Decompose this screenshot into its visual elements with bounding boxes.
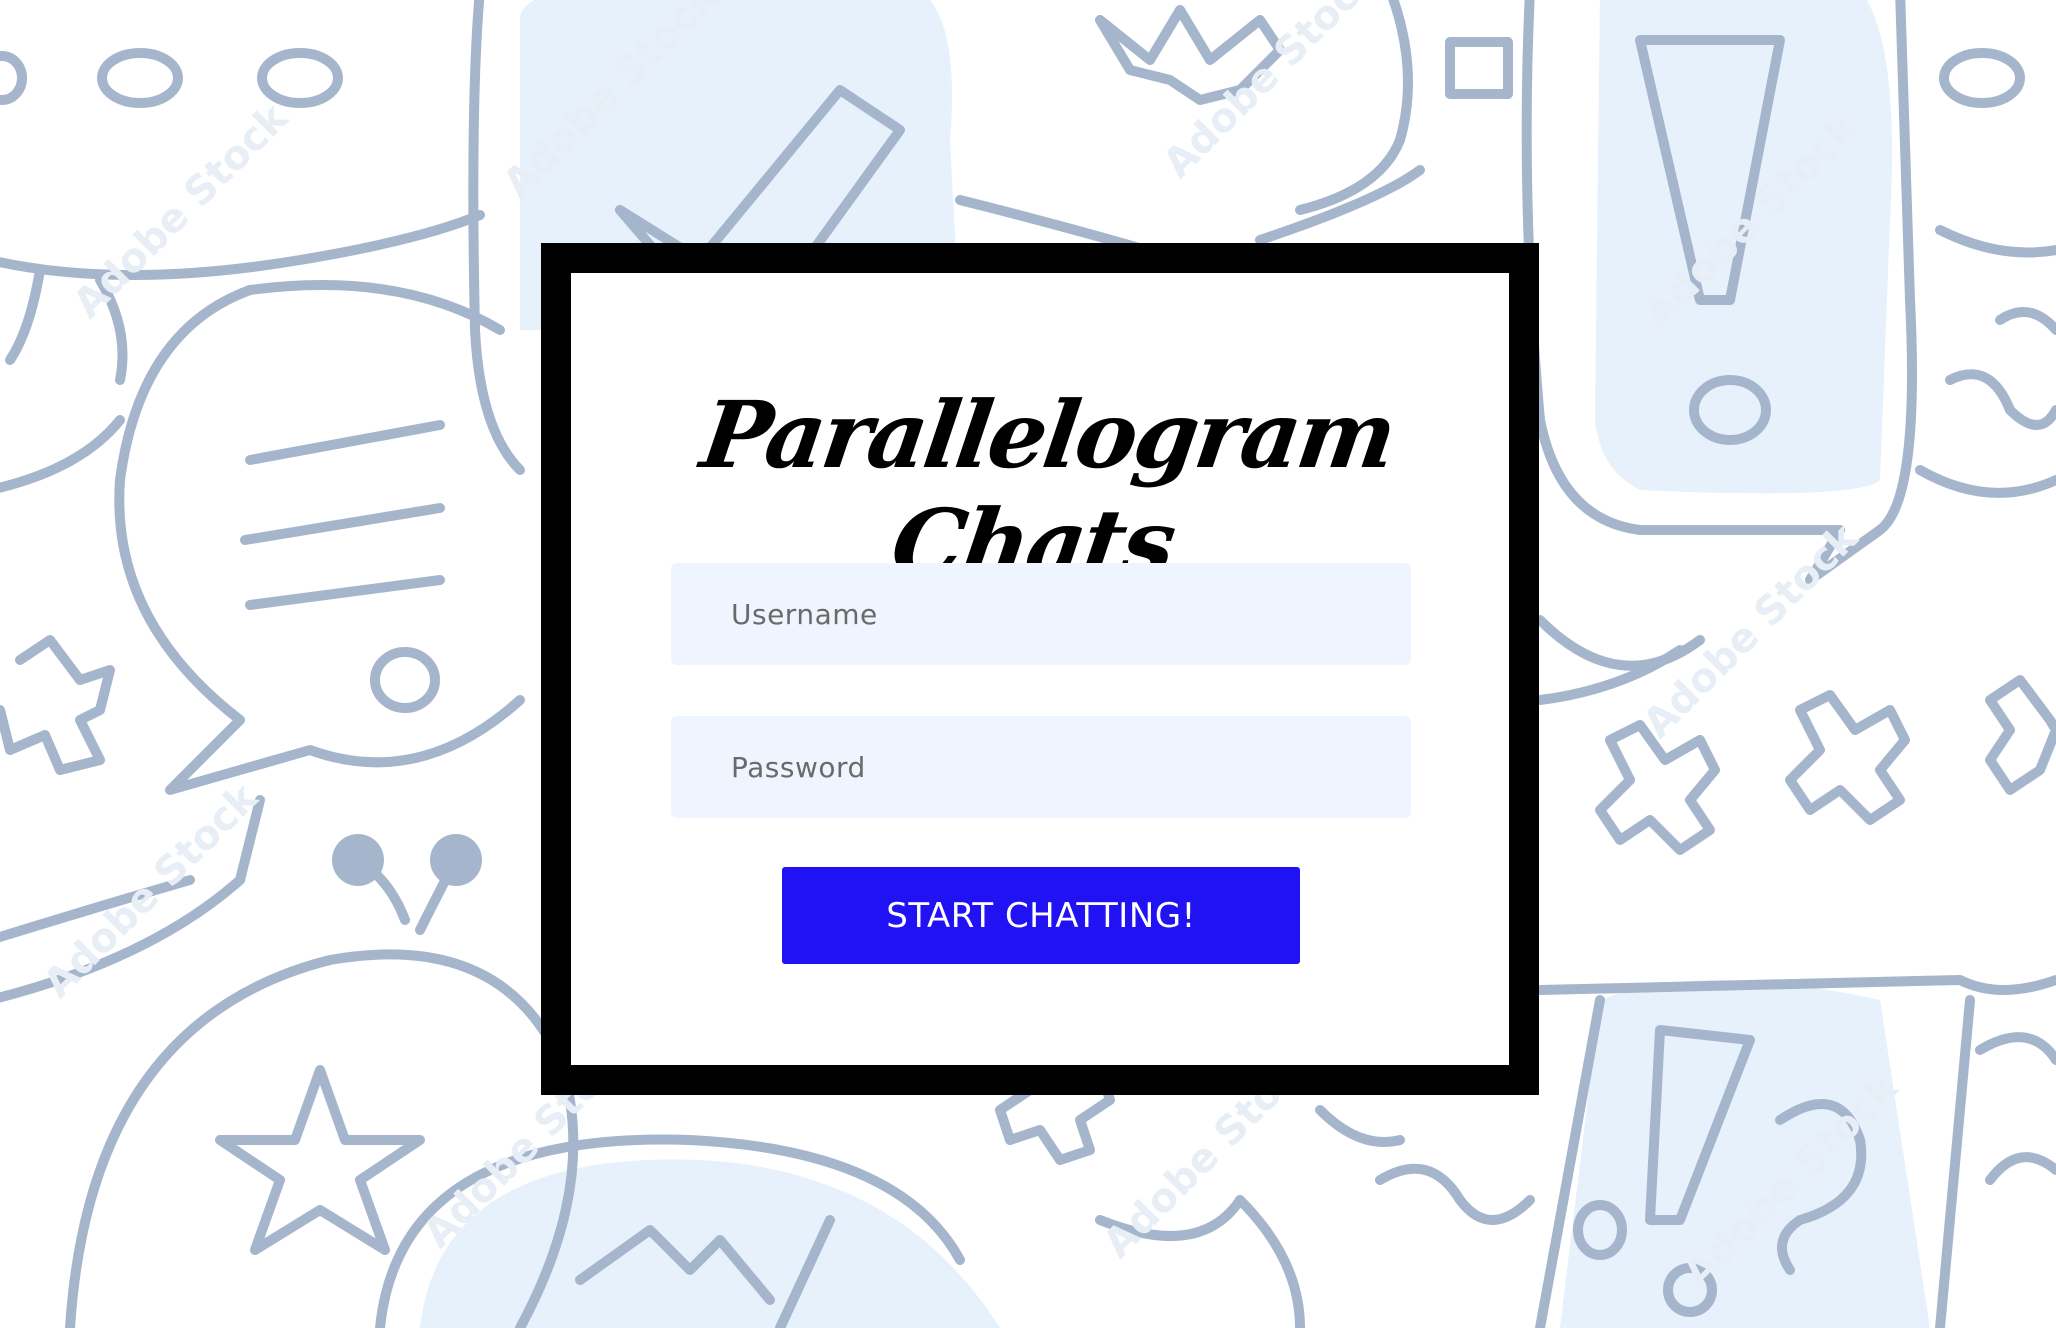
password-input[interactable]: [671, 716, 1411, 818]
username-input[interactable]: [671, 563, 1411, 665]
svg-text:Adobe Stock: Adobe Stock: [1635, 514, 1868, 747]
start-chatting-button[interactable]: START CHATTING!: [782, 867, 1300, 964]
login-card: Parallelogram Chats START CHATTING!: [541, 243, 1539, 1095]
login-page: Adobe Stock Adobe Stock Adobe Stock Adob…: [0, 0, 2056, 1328]
